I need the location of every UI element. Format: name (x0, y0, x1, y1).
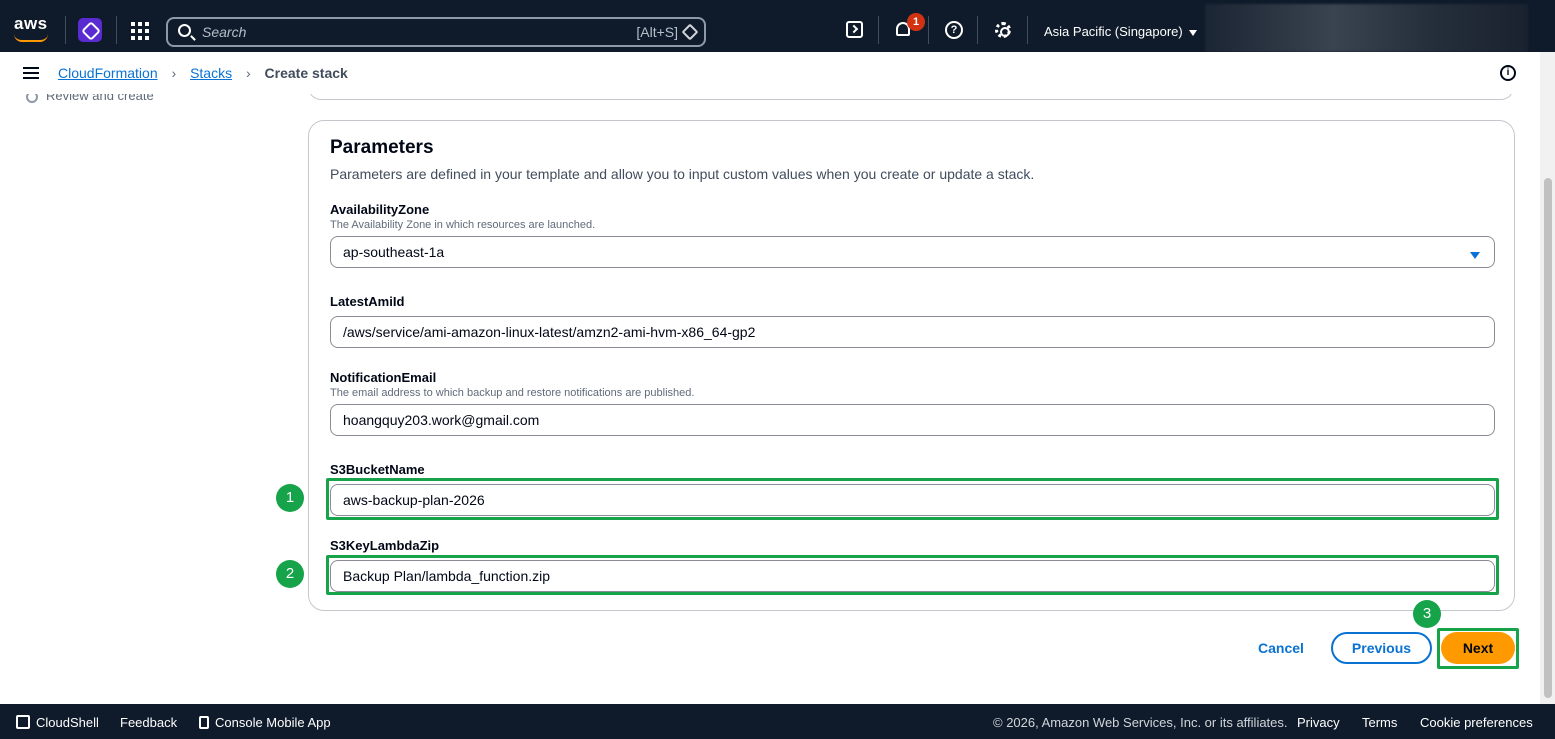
menu-icon[interactable] (23, 67, 39, 79)
chevron-right-icon: › (245, 65, 251, 81)
breadcrumb: CloudFormation › Stacks › Create stack (58, 65, 348, 81)
section-title: Parameters (330, 137, 434, 158)
console-footer: CloudShell Feedback Console Mobile App ©… (0, 704, 1555, 739)
param-notification-email: NotificationEmail The email address to w… (330, 370, 1495, 436)
search-input[interactable] (202, 22, 582, 42)
footer-copyright: © 2026, Amazon Web Services, Inc. or its… (993, 715, 1288, 730)
help-icon: ? (945, 21, 963, 39)
notification-count-badge: 1 (907, 13, 925, 31)
latest-ami-id-input[interactable] (330, 316, 1495, 348)
services-grid-icon[interactable] (131, 22, 149, 40)
page-scrollbar[interactable] (1540, 52, 1555, 704)
terminal-icon (16, 715, 30, 729)
divider (1027, 16, 1028, 44)
section-description: Parameters are defined in your template … (330, 166, 1035, 182)
search-shortcut-hint: [Alt+S] (636, 24, 678, 40)
field-label: S3KeyLambdaZip (330, 538, 440, 553)
parameters-card: Parameters Parameters are defined in you… (308, 120, 1515, 611)
divider (928, 16, 929, 44)
annotation-marker-2: 2 (276, 560, 304, 588)
previous-section-card (308, 94, 1514, 100)
gear-icon (995, 22, 1011, 38)
notification-email-input[interactable] (330, 404, 1495, 436)
cloudshell-button[interactable] (843, 18, 867, 42)
field-label: AvailabilityZone (330, 202, 430, 217)
highlight-box-s3-bucket-name (326, 478, 1499, 520)
info-icon[interactable]: i (1500, 65, 1516, 81)
footer-cookie-preferences-link[interactable]: Cookie preferences (1420, 715, 1533, 730)
app-icon[interactable] (78, 18, 102, 42)
aws-logo[interactable]: aws (14, 14, 48, 42)
footer-cloudshell-link[interactable]: CloudShell (16, 715, 99, 730)
divider (977, 16, 978, 44)
breadcrumb-current: Create stack (264, 65, 348, 81)
aws-smile-icon (14, 34, 48, 42)
footer-feedback-link[interactable]: Feedback (120, 715, 177, 730)
field-hint: The email address to which backup and re… (330, 387, 695, 399)
footer-terms-link[interactable]: Terms (1362, 715, 1397, 730)
annotation-marker-1: 1 (276, 484, 304, 512)
wizard-step-review[interactable]: Review and create (26, 94, 154, 103)
notifications-button[interactable]: 1 (892, 13, 925, 42)
settings-button[interactable] (991, 18, 1015, 42)
search-bar[interactable]: [Alt+S] (166, 17, 706, 47)
top-navigation-bar: aws [Alt+S] 1 ? Asia Pacific (Singapore) (0, 0, 1555, 52)
breadcrumb-stacks[interactable]: Stacks (190, 65, 232, 81)
footer-cloudshell-label: CloudShell (36, 715, 99, 730)
scrollbar-thumb[interactable] (1544, 178, 1552, 698)
step-circle-icon (26, 94, 38, 103)
chevron-right-icon: › (171, 65, 177, 81)
divider (65, 16, 66, 44)
region-selector[interactable]: Asia Pacific (Singapore) (1044, 24, 1197, 39)
footer-mobile-app-link[interactable]: Console Mobile App (199, 715, 331, 730)
annotation-marker-3: 3 (1413, 600, 1441, 628)
previous-button[interactable]: Previous (1331, 632, 1432, 664)
main-content: Review and create Parameters Parameters … (0, 94, 1540, 704)
breadcrumb-cloudformation[interactable]: CloudFormation (58, 65, 158, 81)
field-label: NotificationEmail (330, 370, 437, 385)
divider (116, 16, 117, 44)
search-shortcut-icon (681, 23, 699, 41)
wizard-step-label: Review and create (46, 94, 154, 103)
divider (878, 16, 879, 44)
aws-logo-text: aws (14, 14, 48, 33)
availability-zone-select[interactable]: ap-southeast-1a (330, 236, 1495, 268)
footer-mobile-app-label: Console Mobile App (215, 715, 331, 730)
terminal-icon (846, 21, 863, 38)
field-label: LatestAmiId (330, 294, 405, 309)
help-button[interactable]: ? (942, 18, 966, 42)
mobile-phone-icon (199, 716, 209, 729)
region-label: Asia Pacific (Singapore) (1044, 24, 1183, 39)
footer-privacy-link[interactable]: Privacy (1297, 715, 1340, 730)
caret-down-icon (1188, 29, 1197, 36)
account-menu-redacted[interactable] (1205, 4, 1528, 52)
search-icon (178, 24, 191, 37)
param-latest-ami-id: LatestAmiId (330, 294, 1495, 348)
select-value: ap-southeast-1a (343, 244, 445, 260)
breadcrumb-bar: CloudFormation › Stacks › Create stack i (0, 52, 1540, 94)
caret-down-icon (1470, 252, 1480, 259)
param-availability-zone: AvailabilityZone The Availability Zone i… (330, 202, 1495, 268)
field-label: S3BucketName (330, 462, 425, 477)
next-button[interactable]: Next (1441, 632, 1515, 664)
highlight-box-s3-key-lambda-zip (326, 555, 1499, 595)
cancel-button[interactable]: Cancel (1244, 632, 1318, 664)
field-hint: The Availability Zone in which resources… (330, 219, 596, 231)
